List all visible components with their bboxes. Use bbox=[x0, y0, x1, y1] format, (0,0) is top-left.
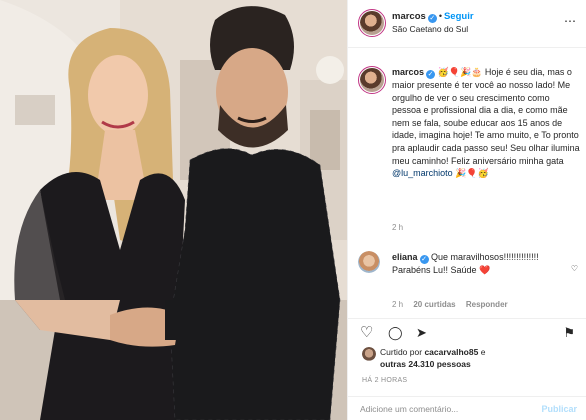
save-icon[interactable]: ⚑ bbox=[563, 324, 575, 342]
verified-badge-icon: ✓ bbox=[419, 255, 429, 264]
comment-username[interactable]: eliana bbox=[392, 252, 418, 262]
separator-dot: • bbox=[438, 11, 442, 21]
liker-username[interactable]: cacarvalho85 bbox=[424, 347, 478, 357]
avatar-image bbox=[360, 68, 384, 92]
header-title-row: marcos ✓ • Seguir bbox=[392, 11, 474, 23]
author-username[interactable]: marcos bbox=[392, 11, 426, 22]
reply-button[interactable]: Responder bbox=[466, 300, 508, 309]
comment-like-icon[interactable]: ♡ bbox=[571, 264, 578, 273]
share-icon[interactable]: ➤ bbox=[416, 324, 427, 342]
comment: eliana ✓ Que maravilhosos!!!!!!!!!!!!!! P… bbox=[392, 251, 578, 277]
author-avatar[interactable] bbox=[358, 9, 386, 37]
comment-time[interactable]: 2 h bbox=[392, 300, 403, 309]
post-photo[interactable] bbox=[0, 0, 347, 420]
caption-emoji-lead: 🥳🎈🎉🎂 bbox=[437, 67, 483, 77]
caption-mention[interactable]: @lu_marchioto bbox=[392, 168, 453, 178]
add-comment-bar: Adicione um comentário... Publicar bbox=[348, 396, 586, 420]
liked-by-middle: e bbox=[480, 347, 486, 357]
post-caption: marcos ✓ 🥳🎈🎉🎂 Hoje é seu dia, mas o maior… bbox=[392, 66, 580, 180]
post-location[interactable]: São Caetano do Sul bbox=[392, 24, 468, 34]
caption-emoji-tail: 🎉🎈🥳 bbox=[455, 168, 489, 179]
comment-meta: 2 h 20 curtidas Responder bbox=[392, 300, 508, 309]
verified-badge-icon: ✓ bbox=[427, 14, 437, 23]
liked-by: Curtido por cacarvalho85 e outras 24.310… bbox=[362, 346, 582, 372]
caption-time[interactable]: 2 h bbox=[392, 223, 403, 232]
caption-username[interactable]: marcos bbox=[392, 67, 424, 77]
caption-body: Hoje é seu dia, mas o maior presente é t… bbox=[392, 67, 580, 166]
couple-photo bbox=[0, 0, 347, 420]
commenter-avatar[interactable] bbox=[358, 251, 380, 273]
follow-button[interactable]: Seguir bbox=[444, 11, 474, 22]
like-icon[interactable]: ♡ bbox=[360, 324, 373, 342]
posted-time[interactable]: HÁ 2 HORAS bbox=[362, 377, 407, 384]
avatar-image bbox=[358, 251, 380, 273]
avatar-image bbox=[360, 11, 384, 35]
comment-icon[interactable]: ◯ bbox=[388, 324, 403, 342]
avatar-image bbox=[362, 347, 376, 361]
post-actions: ♡ ◯ ➤ ⚑ bbox=[348, 318, 586, 348]
likes-count[interactable]: outras 24.310 pessoas bbox=[380, 359, 471, 369]
comment-input[interactable]: Adicione um comentário... bbox=[360, 404, 458, 414]
caption-avatar[interactable] bbox=[358, 66, 386, 94]
more-options-icon[interactable]: ⋯ bbox=[564, 14, 577, 28]
liker-avatar[interactable] bbox=[362, 347, 376, 361]
post-side-panel: marcos ✓ • Seguir São Caetano do Sul ⋯ marc… bbox=[347, 0, 586, 420]
publish-button[interactable]: Publicar bbox=[541, 404, 577, 414]
verified-badge-icon: ✓ bbox=[426, 70, 436, 79]
liked-by-prefix: Curtido por bbox=[380, 347, 423, 357]
liked-by-text: Curtido por cacarvalho85 e outras 24.310… bbox=[380, 346, 485, 370]
comment-likes[interactable]: 20 curtidas bbox=[413, 300, 455, 309]
post-header: marcos ✓ • Seguir São Caetano do Sul ⋯ bbox=[348, 0, 586, 48]
